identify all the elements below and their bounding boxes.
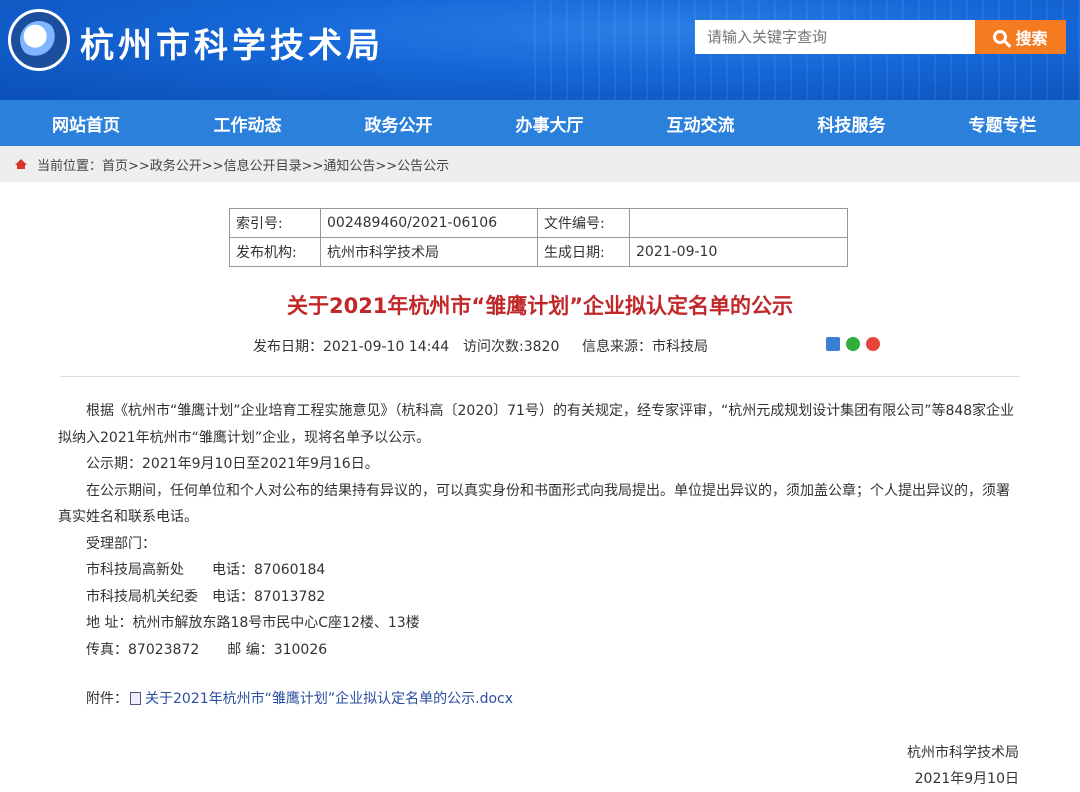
docno-label: 文件编号: [537, 208, 630, 238]
org-value: 杭州市科学技术局 [320, 237, 538, 267]
date-value: 2021-09-10 [629, 237, 848, 267]
divider [60, 376, 1020, 377]
main-nav: 网站首页 工作动态 政务公开 办事大厅 互动交流 科技服务 专题专栏 [0, 100, 1080, 146]
nav-item-interaction[interactable]: 互动交流 [625, 100, 776, 146]
contact-line: 市科技局机关纪委 电话：87013782 [86, 588, 326, 605]
docno-value [629, 208, 848, 238]
wechat-icon[interactable] [846, 337, 860, 351]
document-meta-table: 索引号: 002489460/2021-06106 文件编号: 发布机构: 杭州… [229, 208, 848, 267]
site-header: 杭州市科学技术局 搜索 [0, 0, 1080, 100]
paragraph: 在公示期间，任何单位和个人对公布的结果持有异议的，可以真实身份和书面形式向我局提… [58, 482, 1010, 526]
site-title[interactable]: 杭州市科学技术局 [80, 18, 384, 67]
nav-item-home[interactable]: 网站首页 [0, 100, 172, 146]
visit-count: 访问次数:3820 [463, 339, 560, 355]
nav-item-tech-service[interactable]: 科技服务 [776, 100, 927, 146]
home-icon [15, 159, 27, 169]
address-line: 地 址：杭州市解放东路18号市民中心C座12楼、13楼 [86, 615, 420, 631]
signature-org: 杭州市科学技术局 [907, 745, 1019, 761]
index-label: 索引号: [229, 208, 321, 238]
share-plus-icon[interactable] [826, 337, 840, 351]
nav-item-work-news[interactable]: 工作动态 [172, 100, 323, 146]
document-icon [130, 691, 141, 705]
paragraph: 公示期：2021年9月10日至2021年9月16日。 [86, 456, 379, 472]
publish-date: 发布日期：2021-09-10 14:44 [253, 339, 450, 355]
search-icon [993, 30, 1008, 44]
fax-line: 传真：87023872 邮 编：310026 [86, 641, 328, 658]
nav-item-special-topics[interactable]: 专题专栏 [927, 100, 1078, 146]
contact-line: 市科技局高新处 电话：87060184 [86, 562, 326, 578]
article-title: 关于2021年杭州市“雏鹰计划”企业拟认定名单的公示 [286, 294, 794, 318]
info-source: 信息来源：市科技局 [582, 339, 708, 355]
article-body: 根据《杭州市“雏鹰计划”企业培育工程实施意见》（杭科高〔2020〕71号）的有关… [58, 398, 1020, 663]
nav-item-service-hall[interactable]: 办事大厅 [474, 100, 625, 146]
attachment-link[interactable]: 关于2021年杭州市“雏鹰计划”企业拟认定名单的公示.docx [145, 688, 513, 708]
bureau-logo-icon[interactable] [8, 9, 70, 71]
search-button[interactable]: 搜索 [975, 20, 1066, 54]
org-label: 发布机构: [229, 237, 321, 267]
attachment-label: 附件： [86, 691, 128, 707]
signature-date: 2021年9月10日 [914, 771, 1019, 787]
nav-item-gov-affairs[interactable]: 政务公开 [323, 100, 474, 146]
paragraph: 受理部门： [86, 535, 156, 552]
index-value: 002489460/2021-06106 [320, 208, 538, 238]
weibo-icon[interactable] [866, 337, 880, 351]
search-button-label: 搜索 [1015, 29, 1048, 48]
attachment: 附件： 关于2021年杭州市“雏鹰计划”企业拟认定名单的公示.docx [86, 688, 513, 708]
breadcrumb-text[interactable]: 当前位置：首页>>政务公开>>信息公开目录>>通知公告>>公告公示 [37, 155, 449, 174]
search-input[interactable] [695, 20, 975, 54]
paragraph: 根据《杭州市“雏鹰计划”企业培育工程实施意见》（杭科高〔2020〕71号）的有关… [58, 403, 1015, 446]
breadcrumb: 当前位置：首页>>政务公开>>信息公开目录>>通知公告>>公告公示 [0, 146, 1080, 182]
date-label: 生成日期: [537, 237, 630, 267]
